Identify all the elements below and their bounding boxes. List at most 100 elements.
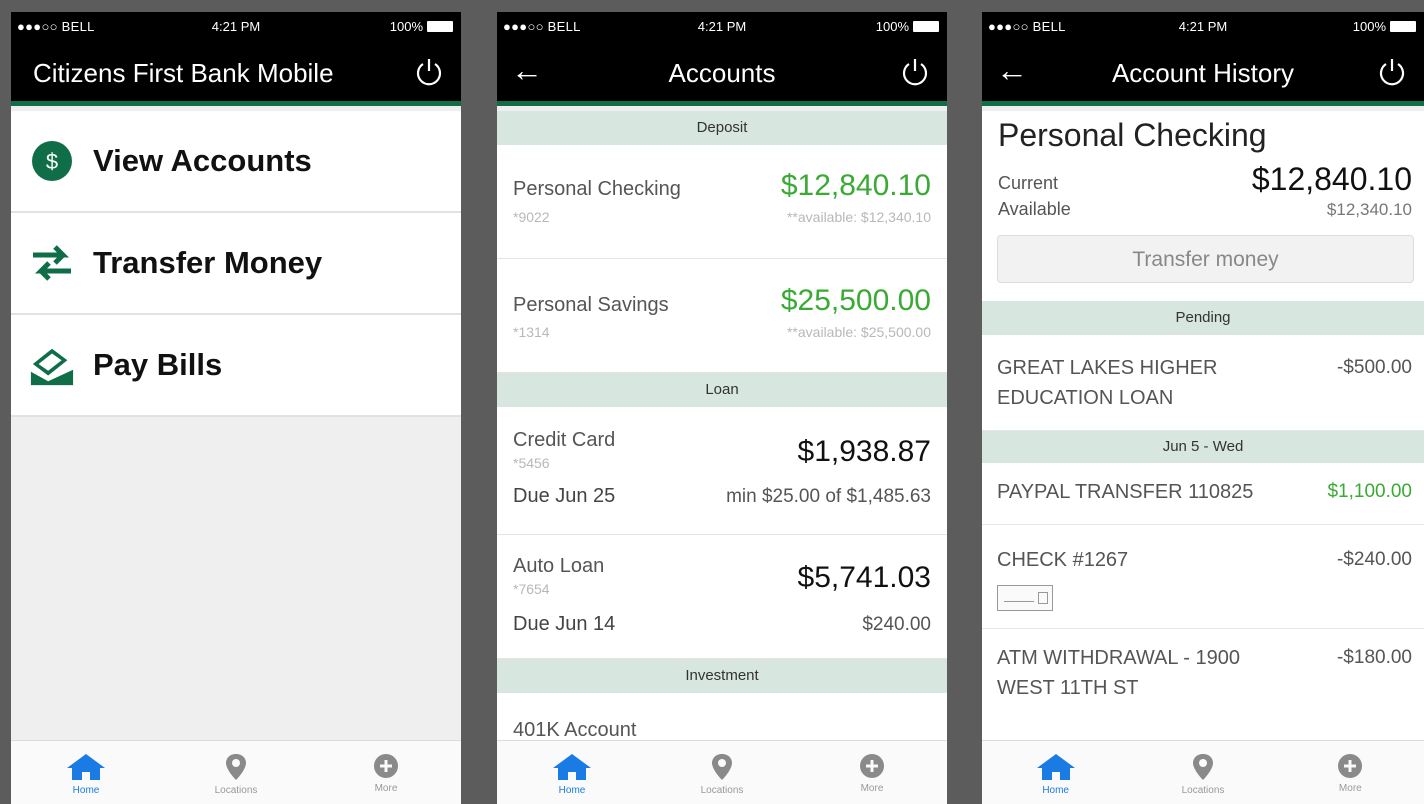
- home-screen: ●●●○○ BELL 4:21 PM 100% Citizens First B…: [11, 12, 461, 804]
- transfer-money-button[interactable]: Transfer money: [997, 235, 1414, 283]
- tab-more[interactable]: More: [1277, 741, 1424, 804]
- power-icon[interactable]: [413, 56, 445, 88]
- power-icon[interactable]: [899, 56, 931, 88]
- tab-more-label: More: [374, 783, 398, 794]
- plus-circle-icon: [374, 754, 398, 778]
- plus-circle-icon: [860, 754, 884, 778]
- transaction-description: CHECK #1267: [997, 549, 1129, 571]
- tab-locations[interactable]: Locations: [647, 741, 797, 804]
- page-title: Accounts: [668, 58, 776, 88]
- transaction-row[interactable]: ATM WITHDRAWAL - 1900 WEST 11TH ST -$180…: [982, 629, 1424, 719]
- accounts-screen: ●●●○○ BELL 4:21 PM 100% ← Accounts Depos…: [497, 12, 947, 804]
- nav-bar: ← Account History: [982, 42, 1424, 106]
- page-title: Citizens First Bank Mobile: [33, 58, 334, 88]
- minimum-payment: min $25.00 of $1,485.63: [726, 486, 931, 507]
- battery-percent: 100%: [875, 19, 909, 34]
- status-bar: ●●●○○ BELL 4:21 PM 100%: [497, 12, 947, 42]
- tab-home-label: Home: [1042, 785, 1069, 796]
- tab-locations[interactable]: Locations: [1129, 741, 1276, 804]
- battery-percent: 100%: [1352, 19, 1386, 34]
- nav-bar: ← Accounts: [497, 42, 947, 106]
- account-row-401k[interactable]: 401K Account: [497, 693, 947, 740]
- section-header-loan: Loan: [497, 373, 947, 407]
- account-number: *5456: [513, 455, 550, 471]
- account-name: Personal Checking: [513, 178, 681, 200]
- tab-locations-label: Locations: [700, 785, 744, 796]
- available-balance-row: Available $12,340.10: [982, 197, 1424, 223]
- check-image-icon[interactable]: [997, 585, 1053, 611]
- pay-bills-icon: [29, 342, 75, 388]
- account-title: Personal Checking: [998, 117, 1267, 153]
- current-label: Current: [998, 173, 1059, 193]
- current-balance: $12,840.10: [1251, 161, 1412, 197]
- available-balance: **available: $25,500.00: [786, 324, 931, 340]
- account-row-checking[interactable]: Personal Checking *9022 $12,840.10 **ava…: [497, 145, 947, 259]
- due-date: Due Jun 25: [513, 485, 616, 507]
- power-icon[interactable]: [1376, 56, 1408, 88]
- section-header-date: Jun 5 - Wed: [982, 431, 1424, 463]
- svg-text:$: $: [46, 149, 58, 174]
- map-pin-icon: [1192, 754, 1213, 780]
- tab-locations[interactable]: Locations: [161, 741, 311, 804]
- home-icon: [1036, 754, 1075, 780]
- payment-amount: $240.00: [862, 614, 931, 635]
- account-number: *7654: [513, 581, 550, 597]
- battery-icon: [913, 21, 939, 32]
- tab-home[interactable]: Home: [982, 741, 1129, 804]
- transaction-amount: -$500.00: [1336, 357, 1412, 378]
- transaction-row[interactable]: CHECK #1267 -$240.00: [982, 525, 1424, 629]
- account-row-credit-card[interactable]: Credit Card *5456 $1,938.87 Due Jun 25 m…: [497, 407, 947, 535]
- transaction-description: ATM WITHDRAWAL - 1900 WEST 11TH ST: [997, 647, 1240, 699]
- tab-more[interactable]: More: [311, 741, 461, 804]
- home-icon: [67, 754, 105, 780]
- transaction-amount: -$180.00: [1336, 647, 1412, 668]
- home-icon: [553, 754, 591, 780]
- tab-home-label: Home: [72, 785, 100, 796]
- pay-bills-label: Pay Bills: [93, 347, 223, 382]
- transaction-row-pending[interactable]: GREAT LAKES HIGHER EDUCATION LOAN -$500.…: [982, 335, 1424, 431]
- transfer-money-button[interactable]: Transfer Money: [11, 213, 461, 315]
- available-balance: **available: $12,340.10: [786, 209, 931, 225]
- account-number: *1314: [513, 324, 550, 340]
- status-bar: ●●●○○ BELL 4:21 PM 100%: [982, 12, 1424, 42]
- battery-indicator: 100%: [390, 19, 453, 34]
- status-bar: ●●●○○ BELL 4:21 PM 100%: [11, 12, 461, 42]
- transaction-row[interactable]: PAYPAL TRANSFER 110825 $1,100.00: [982, 463, 1424, 525]
- battery-indicator: 100%: [876, 19, 939, 34]
- account-row-savings[interactable]: Personal Savings *1314 $25,500.00 **avai…: [497, 259, 947, 373]
- tab-home-label: Home: [558, 785, 586, 796]
- history-content: Personal Checking Current $12,840.10 Ava…: [982, 111, 1424, 740]
- account-number: *9022: [513, 209, 550, 225]
- available-label: Available: [998, 199, 1071, 219]
- tab-home[interactable]: Home: [497, 741, 647, 804]
- account-row-auto-loan[interactable]: Auto Loan *7654 $5,741.03 Due Jun 14 $24…: [497, 535, 947, 659]
- account-balance: $5,741.03: [797, 561, 931, 594]
- section-header-deposit: Deposit: [497, 111, 947, 145]
- accounts-list: Deposit Personal Checking *9022 $12,840.…: [497, 111, 947, 740]
- account-balance: $12,840.10: [780, 169, 931, 202]
- tab-locations-label: Locations: [214, 785, 258, 796]
- tab-more[interactable]: More: [797, 741, 947, 804]
- transfer-arrows-icon: [29, 240, 75, 286]
- view-accounts-label: View Accounts: [93, 143, 312, 178]
- account-balance: $1,938.87: [797, 435, 931, 468]
- transaction-amount: -$240.00: [1336, 549, 1412, 570]
- current-balance-row: Current $12,840.10: [982, 161, 1424, 197]
- battery-icon: [1390, 21, 1416, 32]
- section-header-investment: Investment: [497, 659, 947, 693]
- view-accounts-button[interactable]: $ View Accounts: [11, 111, 461, 213]
- battery-icon: [427, 21, 453, 32]
- account-name: Auto Loan: [513, 555, 605, 577]
- tab-home[interactable]: Home: [11, 741, 161, 804]
- due-date: Due Jun 14: [513, 613, 616, 635]
- transaction-amount: $1,100.00: [1327, 481, 1412, 502]
- nav-bar: Citizens First Bank Mobile: [11, 42, 461, 106]
- plus-circle-icon: [1338, 754, 1363, 778]
- available-balance: $12,340.10: [1326, 200, 1412, 219]
- page-title: Account History: [1111, 58, 1295, 88]
- battery-percent: 100%: [389, 19, 423, 34]
- dollar-circle-icon: $: [29, 138, 75, 184]
- pay-bills-button[interactable]: Pay Bills: [11, 315, 461, 417]
- tab-bar: Home Locations More: [497, 740, 947, 804]
- transaction-description: GREAT LAKES HIGHER EDUCATION LOAN: [997, 357, 1218, 409]
